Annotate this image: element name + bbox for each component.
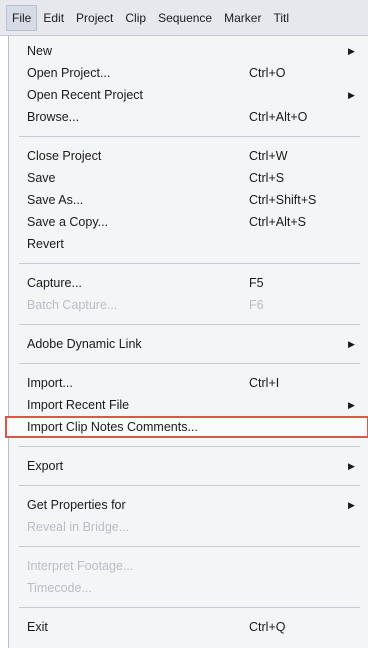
menu-item-save[interactable]: Save Ctrl+S: [9, 167, 368, 189]
menu-separator: [19, 546, 360, 547]
menu-item-close-project[interactable]: Close Project Ctrl+W: [9, 145, 368, 167]
submenu-arrow-icon: ▶: [348, 500, 355, 510]
menu-item-label: Save As...: [27, 193, 84, 207]
menu-item-batch-capture: Batch Capture... F6: [9, 294, 368, 316]
menu-item-label: Timecode...: [27, 581, 92, 595]
menu-item-label: Browse...: [27, 110, 80, 124]
screenshot: File Edit Project Clip Sequence Marker T…: [0, 0, 368, 648]
menu-bar: File Edit Project Clip Sequence Marker T…: [0, 0, 368, 36]
menu-separator: [19, 363, 360, 364]
menu-item-save-a-copy[interactable]: Save a Copy... Ctrl+Alt+S: [9, 211, 368, 233]
submenu-arrow-icon: ▶: [348, 339, 355, 349]
menu-item-exit[interactable]: Exit Ctrl+Q: [9, 616, 368, 638]
submenu-arrow-icon: ▶: [348, 461, 355, 471]
menu-item-save-as[interactable]: Save As... Ctrl+Shift+S: [9, 189, 368, 211]
menu-item-capture[interactable]: Capture... F5: [9, 272, 368, 294]
menu-item-shortcut: Ctrl+Alt+S: [249, 215, 306, 229]
menu-separator: [19, 324, 360, 325]
menu-item-adobe-dynamic-link[interactable]: Adobe Dynamic Link ▶: [9, 333, 368, 355]
menu-item-label: Exit: [27, 620, 48, 634]
menu-item-browse[interactable]: Browse... Ctrl+Alt+O: [9, 106, 368, 128]
menu-item-revert[interactable]: Revert: [9, 233, 368, 255]
menu-item-shortcut: F5: [249, 276, 264, 290]
menu-separator: [19, 607, 360, 608]
menu-item-label: Reveal in Bridge...: [27, 520, 130, 534]
menu-item-label: Export: [27, 459, 64, 473]
submenu-arrow-icon: ▶: [348, 46, 355, 56]
menu-item-label: Capture...: [27, 276, 82, 290]
menu-item-label: Import Clip Notes Comments...: [27, 420, 198, 434]
menu-separator: [19, 485, 360, 486]
menu-item-import[interactable]: Import... Ctrl+I: [9, 372, 368, 394]
file-menu-dropdown: New ▶ Open Project... Ctrl+O Open Recent…: [5, 36, 368, 648]
menu-separator: [19, 136, 360, 137]
menu-item-shortcut: F6: [249, 298, 264, 312]
menu-item-label: Save: [27, 171, 56, 185]
menu-item-shortcut: Ctrl+O: [249, 66, 286, 80]
menu-item-label: Revert: [27, 237, 64, 251]
menu-item-label: Import Recent File: [27, 398, 130, 412]
menu-item-shortcut: Ctrl+Shift+S: [249, 193, 317, 207]
menu-file[interactable]: File: [6, 4, 38, 31]
submenu-arrow-icon: ▶: [348, 400, 355, 410]
menu-item-get-properties-for[interactable]: Get Properties for ▶: [9, 494, 368, 516]
menu-separator: [19, 446, 360, 447]
menu-item-label: Import...: [27, 376, 73, 390]
menu-item-shortcut: Ctrl+S: [249, 171, 285, 185]
menu-item-export[interactable]: Export ▶: [9, 455, 368, 477]
menu-sequence[interactable]: Sequence: [152, 5, 218, 31]
menu-item-timecode: Timecode...: [9, 577, 368, 599]
menu-item-new[interactable]: New ▶: [9, 40, 368, 62]
menu-item-interpret-footage: Interpret Footage...: [9, 555, 368, 577]
menu-item-shortcut: Ctrl+W: [249, 149, 288, 163]
menu-edit[interactable]: Edit: [37, 5, 70, 31]
submenu-arrow-icon: ▶: [348, 90, 355, 100]
menu-marker[interactable]: Marker: [218, 5, 267, 31]
menu-separator: [19, 263, 360, 264]
menu-item-label: Adobe Dynamic Link: [27, 337, 142, 351]
menu-item-label: Interpret Footage...: [27, 559, 134, 573]
menu-title-truncated[interactable]: Titl: [267, 5, 295, 31]
menu-item-label: New: [27, 44, 53, 58]
menu-item-open-recent-project[interactable]: Open Recent Project ▶: [9, 84, 368, 106]
menu-item-label: Close Project: [27, 149, 102, 163]
menu-item-shortcut: Ctrl+Q: [249, 620, 286, 634]
menu-item-import-clip-notes-comments[interactable]: Import Clip Notes Comments...: [5, 416, 368, 438]
menu-item-label: Open Project...: [27, 66, 111, 80]
menu-item-shortcut: Ctrl+Alt+O: [249, 110, 308, 124]
menu-item-label: Batch Capture...: [27, 298, 118, 312]
menu-item-reveal-in-bridge: Reveal in Bridge...: [9, 516, 368, 538]
menu-item-label: Get Properties for: [27, 498, 126, 512]
menu-item-import-recent-file[interactable]: Import Recent File ▶: [9, 394, 368, 416]
menu-clip[interactable]: Clip: [119, 5, 152, 31]
menu-item-label: Open Recent Project: [27, 88, 144, 102]
menu-project[interactable]: Project: [70, 5, 119, 31]
menu-item-label: Save a Copy...: [27, 215, 109, 229]
menu-item-open-project[interactable]: Open Project... Ctrl+O: [9, 62, 368, 84]
menu-item-shortcut: Ctrl+I: [249, 376, 280, 390]
